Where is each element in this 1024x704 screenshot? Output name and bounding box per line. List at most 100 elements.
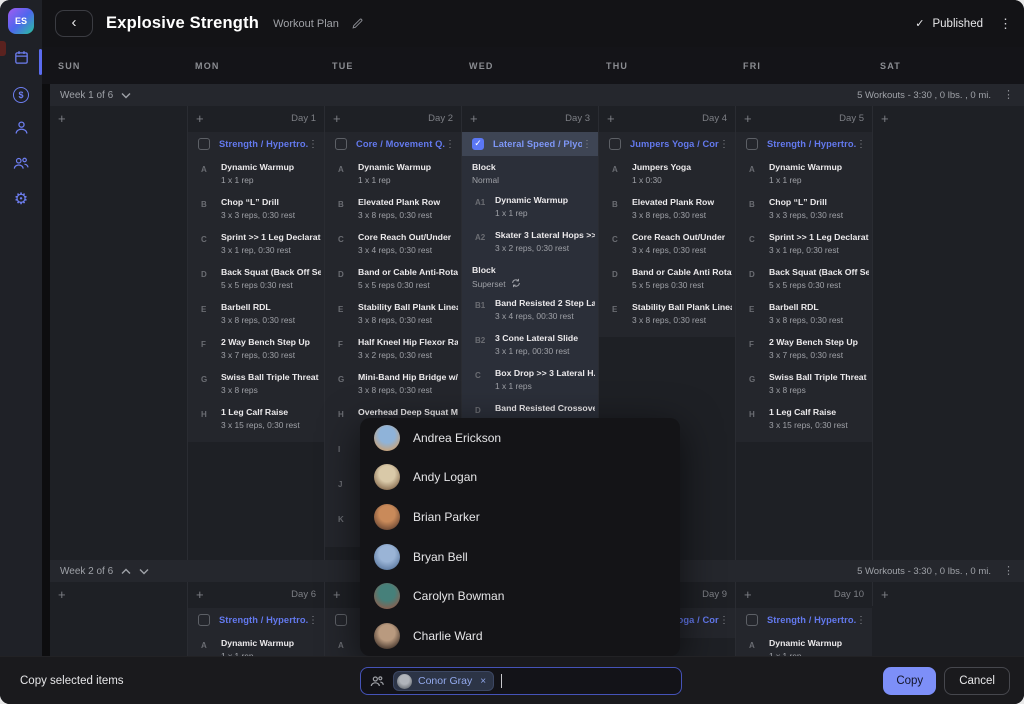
selected-athlete-chip[interactable]: Conor Gray × [393, 671, 494, 691]
chevron-down-icon[interactable] [139, 568, 149, 575]
add-workout-button[interactable]: + [196, 587, 204, 602]
athlete-list-item[interactable]: Charlie Ward [360, 616, 680, 656]
exercise-row[interactable]: DBand or Cable Anti Rotati...5 x 5 reps … [599, 261, 735, 296]
add-workout-button[interactable]: + [744, 587, 752, 602]
workout-checkbox[interactable] [746, 614, 758, 626]
exercise-row[interactable]: ADynamic Warmup1 x 1 rep [188, 156, 324, 191]
exercise-row[interactable]: BElevated Plank Row3 x 8 reps, 0:30 rest [599, 191, 735, 226]
exercise-row[interactable]: ADynamic Warmup1 x 1 rep [325, 156, 461, 191]
athlete-list-item[interactable]: Andy Logan [360, 458, 680, 498]
add-workout-button[interactable]: + [58, 587, 66, 602]
add-workout-button[interactable]: + [58, 111, 66, 126]
exercise-row[interactable]: H1 Leg Calf Raise3 x 15 reps, 0:30 rest [188, 401, 324, 436]
athlete-search-input[interactable]: Conor Gray × [360, 667, 682, 695]
exercise-letter: E [749, 305, 754, 314]
workout-kebab-menu[interactable]: ⋮ [308, 615, 318, 626]
workout-checkbox[interactable] [198, 614, 210, 626]
sidebar-item-billing[interactable]: $ [0, 83, 42, 107]
add-workout-button[interactable]: + [607, 111, 615, 126]
workout-kebab-menu[interactable]: ⋮ [308, 139, 318, 150]
exercise-row[interactable]: DBack Squat (Back Off Set)5 x 5 reps 0:3… [736, 261, 872, 296]
sidebar-item-settings[interactable]: ⚙ [0, 188, 42, 212]
workout-kebab-menu[interactable]: ⋮ [719, 139, 729, 150]
exercise-row[interactable]: BElevated Plank Row3 x 8 reps, 0:30 rest [325, 191, 461, 226]
workout-kebab-menu[interactable]: ⋮ [445, 139, 455, 150]
remove-chip-icon[interactable]: × [480, 676, 486, 687]
workout-card[interactable]: Strength / Hypertro...⋮ADynamic Warmup1 … [736, 132, 872, 442]
copy-button[interactable]: Copy [883, 667, 936, 695]
exercise-row[interactable]: EBarbell RDL3 x 8 reps, 0:30 rest [736, 296, 872, 331]
exercise-row[interactable]: H1 Leg Calf Raise3 x 15 reps, 0:30 rest [736, 401, 872, 436]
exercise-row[interactable]: AJumpers Yoga1 x 0:30 [599, 156, 735, 191]
add-workout-button[interactable]: + [333, 111, 341, 126]
exercise-sets-reps: 3 x 4 reps, 0:30 rest [358, 245, 461, 255]
exercise-row[interactable]: BChop “L” Drill3 x 3 reps, 0:30 rest [188, 191, 324, 226]
header-kebab-menu[interactable]: ⋮ [999, 17, 1012, 30]
add-workout-button[interactable]: + [196, 111, 204, 126]
exercise-row[interactable]: A2Skater 3 Lateral Hops >> ...3 x 2 reps… [462, 224, 598, 259]
workout-checkbox[interactable]: ✓ [472, 138, 484, 150]
day-header-cell: +Day 5 [735, 106, 872, 130]
sidebar-item-teams[interactable] [0, 153, 42, 177]
exercise-row[interactable]: CSprint >> 1 Leg Declarations3 x 1 rep, … [188, 226, 324, 261]
exercise-row[interactable]: EStability Ball Plank Linear ...3 x 8 re… [325, 296, 461, 331]
workout-card[interactable]: Jumpers Yoga / Core⋮AJumpers Yoga1 x 0:3… [599, 132, 735, 337]
chevron-up-icon[interactable] [121, 568, 131, 575]
add-workout-button[interactable]: + [881, 111, 889, 126]
back-button[interactable]: ‹ [55, 10, 93, 37]
workout-kebab-menu[interactable]: ⋮ [856, 139, 866, 150]
workout-card[interactable]: ✓Lateral Speed / Plyo⋮BlockNormalA1Dynam… [462, 132, 598, 438]
workout-kebab-menu[interactable]: ⋮ [719, 615, 729, 626]
sidebar-item-athlete[interactable] [0, 118, 42, 142]
exercise-letter: B1 [475, 301, 485, 310]
exercise-row[interactable]: GSwiss Ball Triple Threat3 x 8 reps [188, 366, 324, 401]
app-logo[interactable]: ES [8, 8, 34, 34]
athlete-list-item[interactable]: Carolyn Bowman [360, 576, 680, 616]
athlete-list-item[interactable]: Bryan Bell [360, 537, 680, 577]
exercise-letter: A [338, 641, 344, 650]
workout-checkbox[interactable] [198, 138, 210, 150]
exercise-row[interactable]: DBand or Cable Anti-Rotati...5 x 5 reps … [325, 261, 461, 296]
workout-checkbox[interactable] [335, 614, 347, 626]
exercise-row[interactable]: BChop “L” Drill3 x 3 reps, 0:30 rest [736, 191, 872, 226]
exercise-row[interactable]: ADynamic Warmup1 x 1 rep [736, 156, 872, 191]
exercise-row[interactable]: FHalf Kneel Hip Flexor Rais...3 x 2 reps… [325, 331, 461, 366]
sidebar-item-calendar[interactable] [0, 48, 42, 72]
workout-checkbox[interactable] [746, 138, 758, 150]
exercise-row[interactable]: CCore Reach Out/Under3 x 4 reps, 0:30 re… [599, 226, 735, 261]
exercise-row[interactable]: DBack Squat (Back Off Set)5 x 5 reps 0:3… [188, 261, 324, 296]
exercise-row[interactable]: EStability Ball Plank Linear ...3 x 8 re… [599, 296, 735, 331]
athlete-list-item[interactable]: Andrea Erickson [360, 418, 680, 458]
week-kebab-menu[interactable]: ⋮ [1003, 566, 1014, 577]
add-workout-button[interactable]: + [881, 587, 889, 602]
exercise-row[interactable]: B23 Cone Lateral Slide3 x 1 rep, 00:30 r… [462, 327, 598, 362]
exercise-row[interactable]: EBarbell RDL3 x 8 reps, 0:30 rest [188, 296, 324, 331]
exercise-row[interactable]: B1Band Resisted 2 Step Late...3 x 4 reps… [462, 292, 598, 327]
edit-title-icon[interactable] [351, 17, 364, 30]
exercise-row[interactable]: GMini-Band Hip Bridge w/ ...3 x 8 reps, … [325, 366, 461, 401]
exercise-row[interactable]: CBox Drop >> 3 Lateral H...1 x 1 reps [462, 362, 598, 397]
exercise-row[interactable]: F2 Way Bench Step Up3 x 7 reps, 0:30 res… [188, 331, 324, 366]
add-workout-button[interactable]: + [744, 111, 752, 126]
exercise-row[interactable]: CSprint >> 1 Leg Declarations3 x 1 rep, … [736, 226, 872, 261]
workout-card[interactable]: Strength / Hypertro...⋮ADynamic Warmup1 … [188, 132, 324, 442]
add-workout-button[interactable]: + [333, 587, 341, 602]
workout-kebab-menu[interactable]: ⋮ [582, 139, 592, 150]
athlete-list-item[interactable]: Brian Parker [360, 497, 680, 537]
left-gutter [42, 84, 50, 704]
weekday-label: FRI [735, 61, 872, 71]
chevron-down-icon[interactable] [121, 92, 131, 99]
exercise-letter: D [475, 406, 481, 415]
exercise-sets-reps: 3 x 2 reps, 0:30 rest [495, 243, 598, 253]
workout-checkbox[interactable] [335, 138, 347, 150]
exercise-row[interactable]: GSwiss Ball Triple Threat3 x 8 reps [736, 366, 872, 401]
week-kebab-menu[interactable]: ⋮ [1003, 90, 1014, 101]
workout-kebab-menu[interactable]: ⋮ [856, 615, 866, 626]
cancel-button[interactable]: Cancel [944, 667, 1010, 695]
weekday-label: SAT [872, 61, 1024, 71]
add-workout-button[interactable]: + [470, 111, 478, 126]
exercise-row[interactable]: A1Dynamic Warmup1 x 1 rep [462, 189, 598, 224]
exercise-row[interactable]: F2 Way Bench Step Up3 x 7 reps, 0:30 res… [736, 331, 872, 366]
exercise-row[interactable]: CCore Reach Out/Under3 x 4 reps, 0:30 re… [325, 226, 461, 261]
workout-checkbox[interactable] [609, 138, 621, 150]
